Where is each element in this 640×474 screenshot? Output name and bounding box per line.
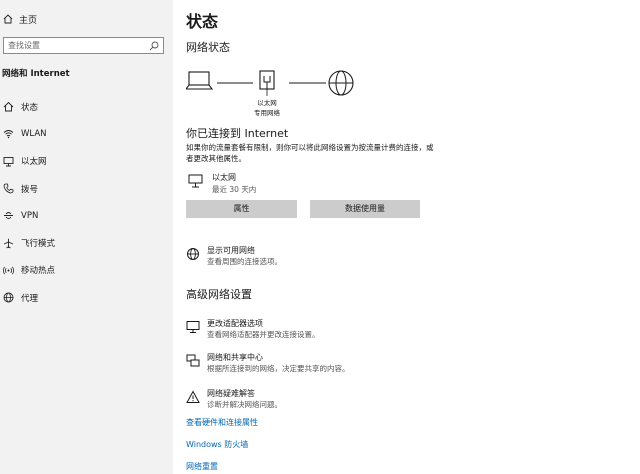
wifi-icon [3, 130, 14, 139]
hardware-properties-link[interactable]: 查看硬件和连接属性 [186, 417, 258, 428]
home-icon [3, 102, 14, 112]
adv-item-title: 网络和共享中心 [207, 353, 263, 362]
ethernet-icon [3, 156, 14, 167]
warning-icon [186, 390, 200, 403]
change-adapter-options[interactable]: 更改适配器选项 查看网络适配器并更改连接设置。 [186, 317, 446, 341]
phone-icon [3, 183, 14, 194]
adv-item-title: 网络疑难解答 [207, 389, 255, 398]
home-label: 主页 [19, 15, 38, 26]
adapter-label: 以太网 [257, 99, 277, 107]
connected-title: 你已连接到 Internet [186, 127, 289, 140]
sharing-center-icon [186, 354, 200, 367]
connected-description: 如果你的流量套餐有限制，则你可以将此网络设置为按流量计费的连接，或者更改其他属性… [186, 143, 434, 163]
ethernet-icon [188, 174, 203, 188]
adv-item-sub: 诊断并解决网络问题。 [207, 400, 282, 409]
network-reset-link[interactable]: 网络重置 [186, 461, 218, 472]
network-type-label: 专用网络 [254, 109, 280, 117]
adapter-settings-icon [186, 321, 200, 333]
sidebar-item-vpn[interactable]: VPN [0, 202, 173, 229]
hotspot-icon [3, 266, 14, 275]
search-icon[interactable] [149, 41, 159, 51]
adapter-usage-period: 最近 30 天内 [212, 185, 257, 194]
globe-icon [187, 248, 199, 260]
search-box[interactable] [3, 37, 164, 54]
search-input[interactable] [4, 41, 144, 50]
sidebar-item-label: 状态 [21, 102, 39, 113]
show-available-networks[interactable]: 显示可用网络 查看周围的连接选项。 [186, 244, 446, 268]
sidebar-item-label: 以太网 [21, 157, 47, 168]
adapter-name: 以太网 [212, 173, 236, 182]
globe-icon [3, 292, 14, 303]
sidebar-item-label: WLAN [21, 128, 47, 139]
windows-firewall-link[interactable]: Windows 防火墙 [186, 439, 248, 450]
sidebar-item-hotspot[interactable]: 移动热点 [0, 257, 173, 284]
sidebar-item-label: 飞行模式 [21, 239, 56, 250]
sidebar-item-label: 移动热点 [21, 266, 56, 277]
properties-button[interactable]: 属性 [186, 200, 297, 218]
section-title: 网络和 Internet [2, 69, 70, 79]
page-title: 状态 [186, 12, 219, 31]
sidebar-home[interactable]: 主页 [0, 10, 37, 28]
sidebar-item-airplane[interactable]: 飞行模式 [0, 229, 173, 256]
data-usage-button[interactable]: 数据使用量 [310, 200, 420, 218]
adv-item-sub: 查看网络适配器并更改连接设置。 [207, 330, 320, 339]
main-content: 状态 网络状态 以太网 专用网络 你已连接到 Internet 如果你的流量套餐… [173, 0, 640, 474]
network-status-title: 网络状态 [186, 41, 230, 54]
show-networks-sub: 查看周围的连接选项。 [207, 257, 282, 266]
home-icon [3, 14, 13, 24]
adv-item-title: 更改适配器选项 [207, 319, 263, 328]
adv-item-sub: 根据所连接到的网络，决定要共享的内容。 [207, 364, 350, 373]
adapter-icon [259, 70, 275, 96]
vpn-icon [4, 212, 13, 220]
sidebar: 主页 网络和 Internet 状态 WLAN 以太网 拨号 VPN 飞行模式 [0, 0, 173, 474]
network-sharing-center[interactable]: 网络和共享中心 根据所连接到的网络，决定要共享的内容。 [186, 351, 446, 375]
sidebar-item-wlan[interactable]: WLAN [0, 120, 173, 147]
sidebar-item-label: 代理 [21, 293, 39, 304]
internet-globe-icon [328, 70, 354, 96]
sidebar-item-ethernet[interactable]: 以太网 [0, 148, 173, 175]
computer-icon [186, 71, 214, 90]
sidebar-nav: 状态 WLAN 以太网 拨号 VPN 飞行模式 移动热点 代理 [0, 93, 173, 311]
advanced-settings-title: 高级网络设置 [186, 288, 252, 301]
sidebar-item-label: VPN [21, 210, 39, 221]
airplane-icon [3, 238, 14, 249]
sidebar-item-dialup[interactable]: 拨号 [0, 175, 173, 202]
sidebar-item-status[interactable]: 状态 [0, 93, 173, 120]
sidebar-item-label: 拨号 [21, 184, 39, 195]
show-networks-title: 显示可用网络 [207, 246, 255, 255]
network-troubleshooter[interactable]: 网络疑难解答 诊断并解决网络问题。 [186, 387, 446, 411]
sidebar-item-proxy[interactable]: 代理 [0, 284, 173, 311]
